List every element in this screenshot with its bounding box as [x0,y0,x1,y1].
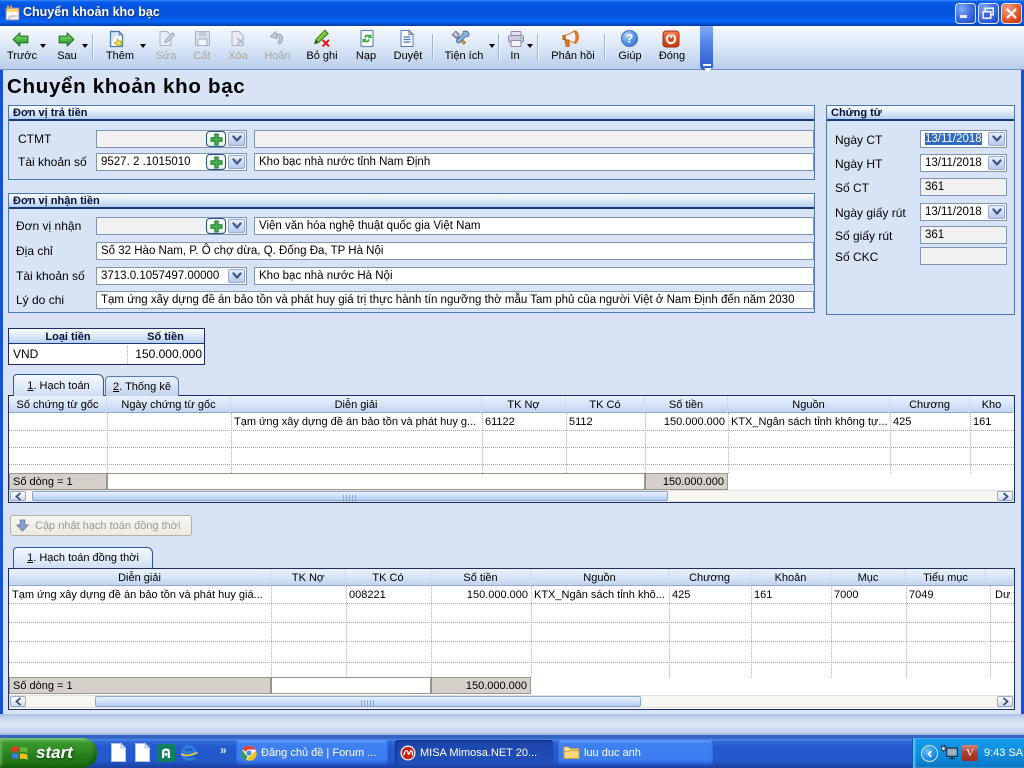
svg-text:?: ? [626,32,633,46]
